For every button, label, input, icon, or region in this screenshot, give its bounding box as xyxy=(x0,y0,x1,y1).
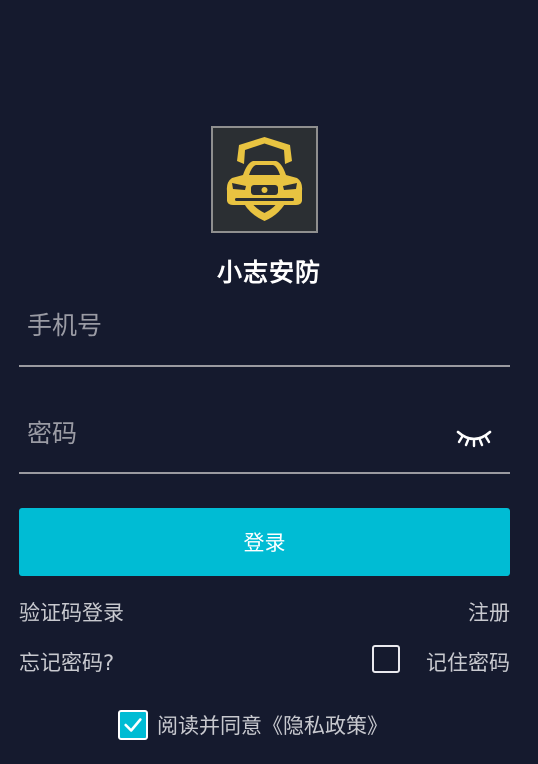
remember-password-checkbox[interactable] xyxy=(372,645,400,673)
privacy-agreement-row: 阅读并同意《隐私政策》 xyxy=(118,708,388,742)
app-logo xyxy=(211,126,318,233)
phone-field xyxy=(19,300,510,367)
phone-input[interactable] xyxy=(19,300,450,350)
eye-closed-icon[interactable] xyxy=(456,424,492,448)
password-input[interactable] xyxy=(19,408,450,458)
app-title: 小志安防 xyxy=(216,258,321,287)
privacy-policy-link[interactable]: 阅读并同意《隐私政策》 xyxy=(157,710,388,740)
privacy-agreement-checkbox[interactable] xyxy=(118,710,148,740)
password-field xyxy=(19,408,510,474)
checkmark-icon xyxy=(124,718,142,732)
login-button[interactable]: 登录 xyxy=(19,508,510,576)
remember-password-label[interactable]: 记住密码 xyxy=(426,647,510,677)
sms-login-link[interactable]: 验证码登录 xyxy=(19,597,124,627)
forgot-password-link[interactable]: 忘记密码? xyxy=(19,647,114,677)
register-link[interactable]: 注册 xyxy=(468,597,510,627)
shield-car-logo-icon xyxy=(213,128,316,231)
